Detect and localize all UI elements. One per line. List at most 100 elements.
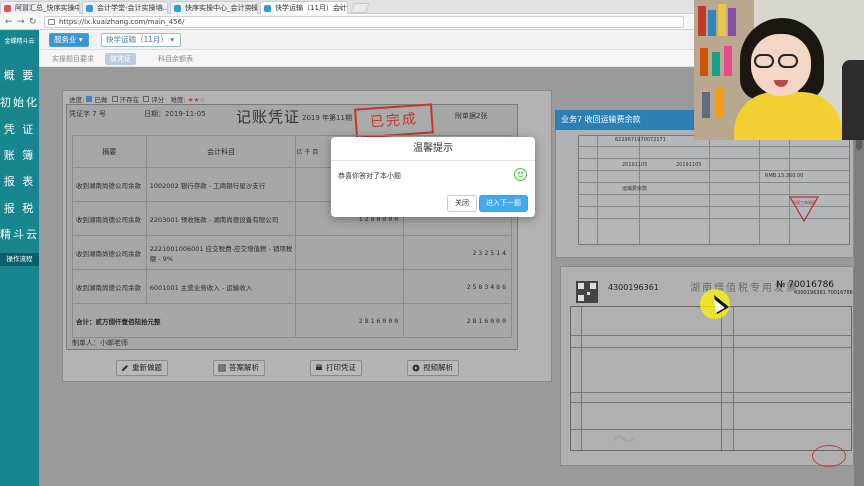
tab-make-voucher[interactable]: 做凭证 [105,53,136,65]
redo-button[interactable]: 重新做题 [116,360,168,376]
invoice-stamp-icon [812,445,846,467]
url-input[interactable]: https://lx.kuaizhang.com/main_456/ [44,16,684,28]
row-summary: 收到湖南尚德公司余款 [72,201,147,236]
browser-tab-active[interactable]: 快学运输（11月）会计… × [260,1,348,14]
checking-marker-icon [143,96,150,102]
row-account: 1002002 银行存款 - 工商银行星沙支行 [145,167,297,202]
tab-close-icon[interactable]: × [70,2,76,14]
sidebar-item-init[interactable]: 初始化 [0,94,39,110]
sidebar-item-tax[interactable]: 报 税 [0,200,39,216]
qr-code-icon [576,281,598,303]
row-account: 2221001006001 应交税费-应交增值税 - 销项税额 - 9% [145,235,297,270]
sidebar-item-cloud[interactable]: 精斗云 [0,226,39,242]
workflow-button[interactable]: 操作流程 [0,253,39,266]
dialog-message: 恭喜你答对了本小题 [338,172,401,180]
bank-stamp-icon: 中国工商银行 [788,196,820,223]
print-label: 打印凭证 [326,363,356,372]
sidebar-item-overview[interactable]: 概 要 [0,67,39,83]
total-label: 合计：贰万捌仟壹佰陆拾元整 [71,303,297,338]
row-credit: 2583486 [403,269,512,304]
progress-done: 已做 [94,96,108,104]
progress-label: 进度: [69,96,85,104]
voucher-period: 2019 年第11期 [302,114,352,122]
glasses-right [778,54,798,68]
close-button[interactable]: 关闭 [447,195,477,212]
reload-icon[interactable]: ↻ [29,16,37,28]
table-row[interactable]: 收到湖南尚德公司余款 2221001006001 应交税费-应交增值税 - 销项… [72,235,512,270]
print-button[interactable]: 打印凭证 [310,360,362,376]
tab-favicon-icon [264,5,271,12]
invoice-code-right: 4300196361 70016786 [794,290,853,296]
row-account: 2203001 预收账款 - 湖南尚德设备有限公司 [145,201,297,236]
sidebar-item-reports[interactable]: 报 表 [0,173,39,189]
completed-stamp: 已完成 [354,103,434,139]
table-row[interactable]: 收到湖南尚德公司余款 6001001 主营业务收入 - 运输收入 2583486 [72,269,512,304]
dialog-title: 温馨提示 [331,137,535,161]
lock-icon [48,19,55,25]
voucher-title: 记账凭证 [236,108,301,126]
industry-label: 服务业 [54,35,77,44]
row-account: 6001001 主营业务收入 - 运输收入 [145,269,297,304]
forward-arrow-icon[interactable]: → [17,16,25,28]
back-arrow-icon[interactable]: ← [5,16,13,28]
receipt-grid [578,135,850,245]
company-dropdown[interactable]: 快学运输（11月） ▾ [101,33,181,47]
video-label: 视频解析 [423,363,453,372]
sidebar-item-voucher[interactable]: 凭 证 [0,121,39,137]
receipt-header: 业务7 收回运输费余款 [555,110,695,130]
browser-tab[interactable]: 会计学堂-会计实操培… × [82,1,168,14]
total-row: 合计：贰万捌仟壹佰陆拾元整 2816000 2816000 [71,303,512,338]
receipt-date-a: 20191105 [622,162,648,168]
answer-button[interactable]: 答案解析 [213,360,265,376]
receipt-purpose: 运输费余款 [622,186,648,192]
tab-title: 快序实操中心_会计实操… [185,4,258,12]
col-summary: 摘要 [72,135,147,168]
bank-stamp-text: 中国工商银行 [792,199,816,205]
tab-favicon-icon [86,5,93,12]
row-debit [295,269,405,304]
row-debit [295,235,405,270]
tab-balance-sheet[interactable]: 科目余额表 [153,53,198,65]
sidebar-item-ledger[interactable]: 账 簿 [0,147,39,163]
tab-favicon-icon [4,5,11,12]
progress-undone: 汗存在 [119,96,140,104]
tab-close-icon[interactable]: × [158,2,164,14]
undone-marker-icon [111,96,118,102]
tab-favicon-icon [174,5,181,12]
app-logo: 金蝶精斗云 [4,38,35,45]
url-text: https://lx.kuaizhang.com/main_456/ [59,18,185,26]
tab-title: 快学运输（11月）会计… [275,4,348,12]
company-label: 快学运输（11月） [106,35,169,44]
smile-icon [514,168,527,181]
video-button[interactable]: 视频解析 [407,360,459,376]
play-icon [412,364,420,372]
voucher-attachments: 附单据2张 [455,112,488,120]
tip-dialog: 温馨提示 恭喜你答对了本小题 关闭 进入下一题 [331,137,535,217]
document-icon [218,364,226,372]
presenter-body [734,92,842,140]
tab-close-icon[interactable]: × [338,2,344,14]
glasses-left [754,54,774,68]
row-summary: 收到湖南尚德公司余款 [72,235,147,270]
row-summary: 收到湖南尚德公司余款 [72,269,147,304]
printer-icon [316,364,322,370]
total-credit: 2816000 [403,303,512,338]
voucher-number: 凭证字 7 号 [69,110,106,118]
progress-checking: 评分 [151,96,165,104]
chair [842,60,864,140]
next-question-button[interactable]: 进入下一题 [479,195,528,212]
browser-tab[interactable]: 快序实操中心_会计实操… × [170,1,258,14]
redo-label: 重新做题 [132,363,162,372]
receipt-amount: RMB:15,360.00 [765,173,804,179]
tab-requirements[interactable]: 实操题目要求 [47,53,99,65]
difficulty-label: 难度: [170,96,186,104]
row-credit: 232514 [403,235,512,270]
new-tab-button[interactable] [350,3,370,13]
industry-dropdown[interactable]: 服务业 ▾ [49,33,89,47]
done-marker-icon [86,96,93,102]
receipt-date-b: 20191105 [676,162,702,168]
invoice-code: 4300196361 [608,283,659,292]
webcam-video [694,0,864,140]
tab-close-icon[interactable]: × [248,2,254,14]
browser-tab[interactable]: 阿冒汇总_快序实操中心… × [0,1,80,14]
